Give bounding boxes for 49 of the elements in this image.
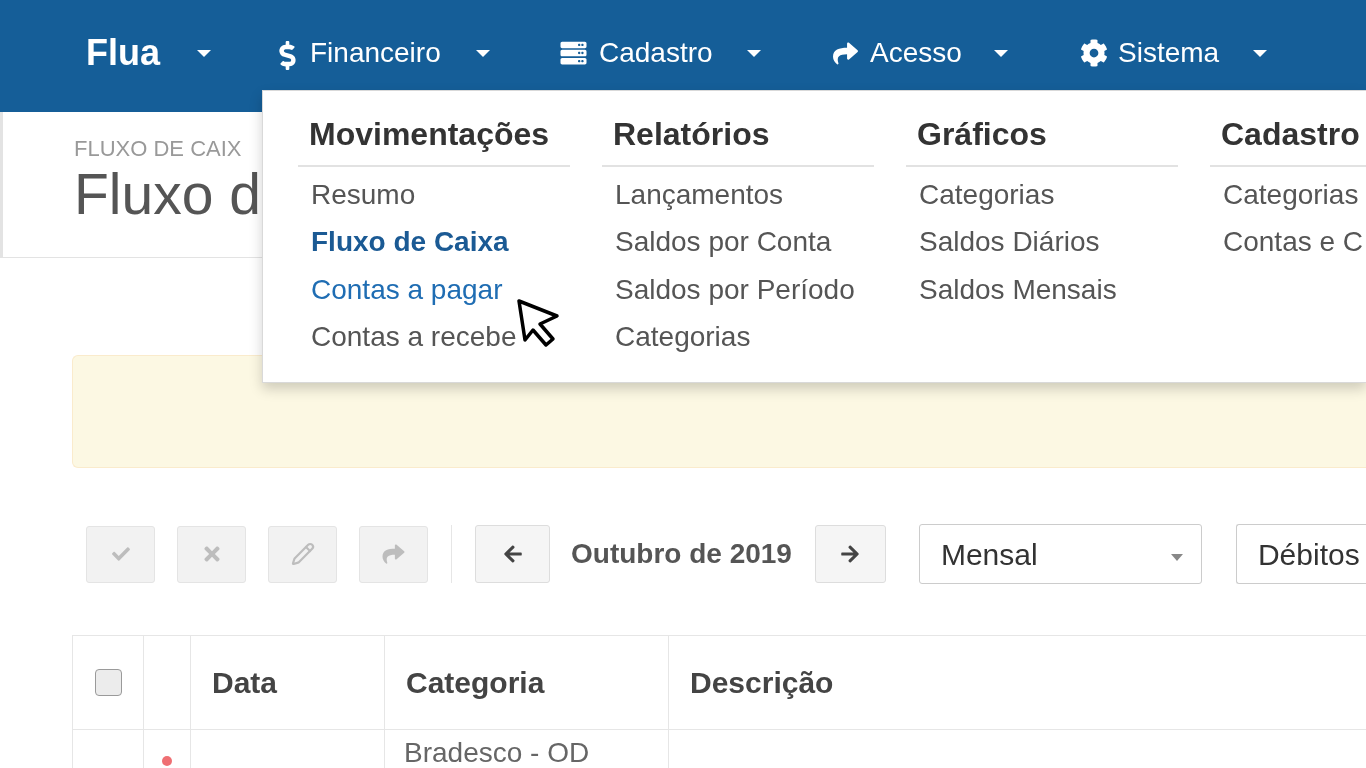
menu-heading: Movimentações	[309, 116, 550, 153]
caret-down-icon	[476, 49, 490, 57]
menu-link[interactable]: Lançamentos	[615, 171, 784, 219]
column-header: Descrição	[690, 665, 834, 701]
menu-link[interactable]: Contas a recebe	[311, 313, 517, 361]
menu-link[interactable]: Saldos Diários	[919, 218, 1100, 266]
server-icon	[558, 40, 589, 66]
column-header: Data	[212, 665, 278, 701]
previous-button[interactable]	[475, 525, 550, 583]
dropdown-select[interactable]: Débitos	[1235, 524, 1366, 584]
column-header: Categoria	[406, 665, 545, 701]
settings-icon	[1080, 39, 1108, 67]
caret-down-icon	[197, 49, 211, 57]
menu-heading: Cadastro	[1221, 116, 1360, 153]
nav-menu-button[interactable]: Sistema	[1080, 33, 1267, 73]
menu-link[interactable]: Saldos por Período	[615, 266, 855, 314]
menu-link[interactable]: Categorias	[615, 313, 751, 361]
menu-link[interactable]: Saldos por Conta	[615, 218, 832, 266]
arrow-right-icon	[839, 544, 862, 564]
menu-link[interactable]: Categorias	[919, 171, 1055, 219]
caret-down-icon	[1170, 553, 1183, 561]
checkbox[interactable]	[94, 669, 122, 696]
menu-heading: Gráficos	[917, 116, 1047, 153]
pencil-icon	[290, 542, 315, 566]
brand-menu-button[interactable]: Flua	[86, 33, 211, 73]
next-button[interactable]	[814, 525, 886, 583]
caret-down-icon	[1253, 49, 1267, 57]
page-title: Fluxo d	[74, 162, 261, 226]
dollar-icon	[278, 40, 297, 70]
menu-link[interactable]: Resumo	[311, 171, 416, 219]
period-label: Outubro de 2019	[571, 537, 792, 571]
menu-link[interactable]: Saldos Mensais	[919, 266, 1117, 314]
share-arrow-icon	[830, 40, 861, 66]
menu-link[interactable]: Contas a pagar	[311, 266, 503, 314]
arrow-left-icon	[501, 544, 524, 564]
dropdown-select[interactable]: Mensal	[918, 524, 1202, 584]
menu-heading: Relatórios	[613, 116, 770, 153]
table-cell: Bradesco - OD	[404, 738, 590, 768]
mouse-pointer-icon	[516, 298, 560, 348]
breadcrumb: FLUXO DE CAIX	[74, 136, 242, 162]
nav-menu-button[interactable]: Cadastro	[558, 33, 761, 73]
menu-link[interactable]: Contas e C	[1223, 218, 1364, 266]
caret-down-icon	[994, 49, 1008, 57]
menu-link[interactable]: Categorias	[1223, 171, 1359, 219]
menu-link[interactable]: Fluxo de Caixa	[311, 218, 509, 266]
nav-menu-button[interactable]: Financeiro	[278, 33, 490, 73]
nav-menu-button[interactable]: Acesso	[830, 33, 1008, 73]
check-icon	[109, 545, 132, 563]
caret-down-icon	[747, 49, 761, 57]
